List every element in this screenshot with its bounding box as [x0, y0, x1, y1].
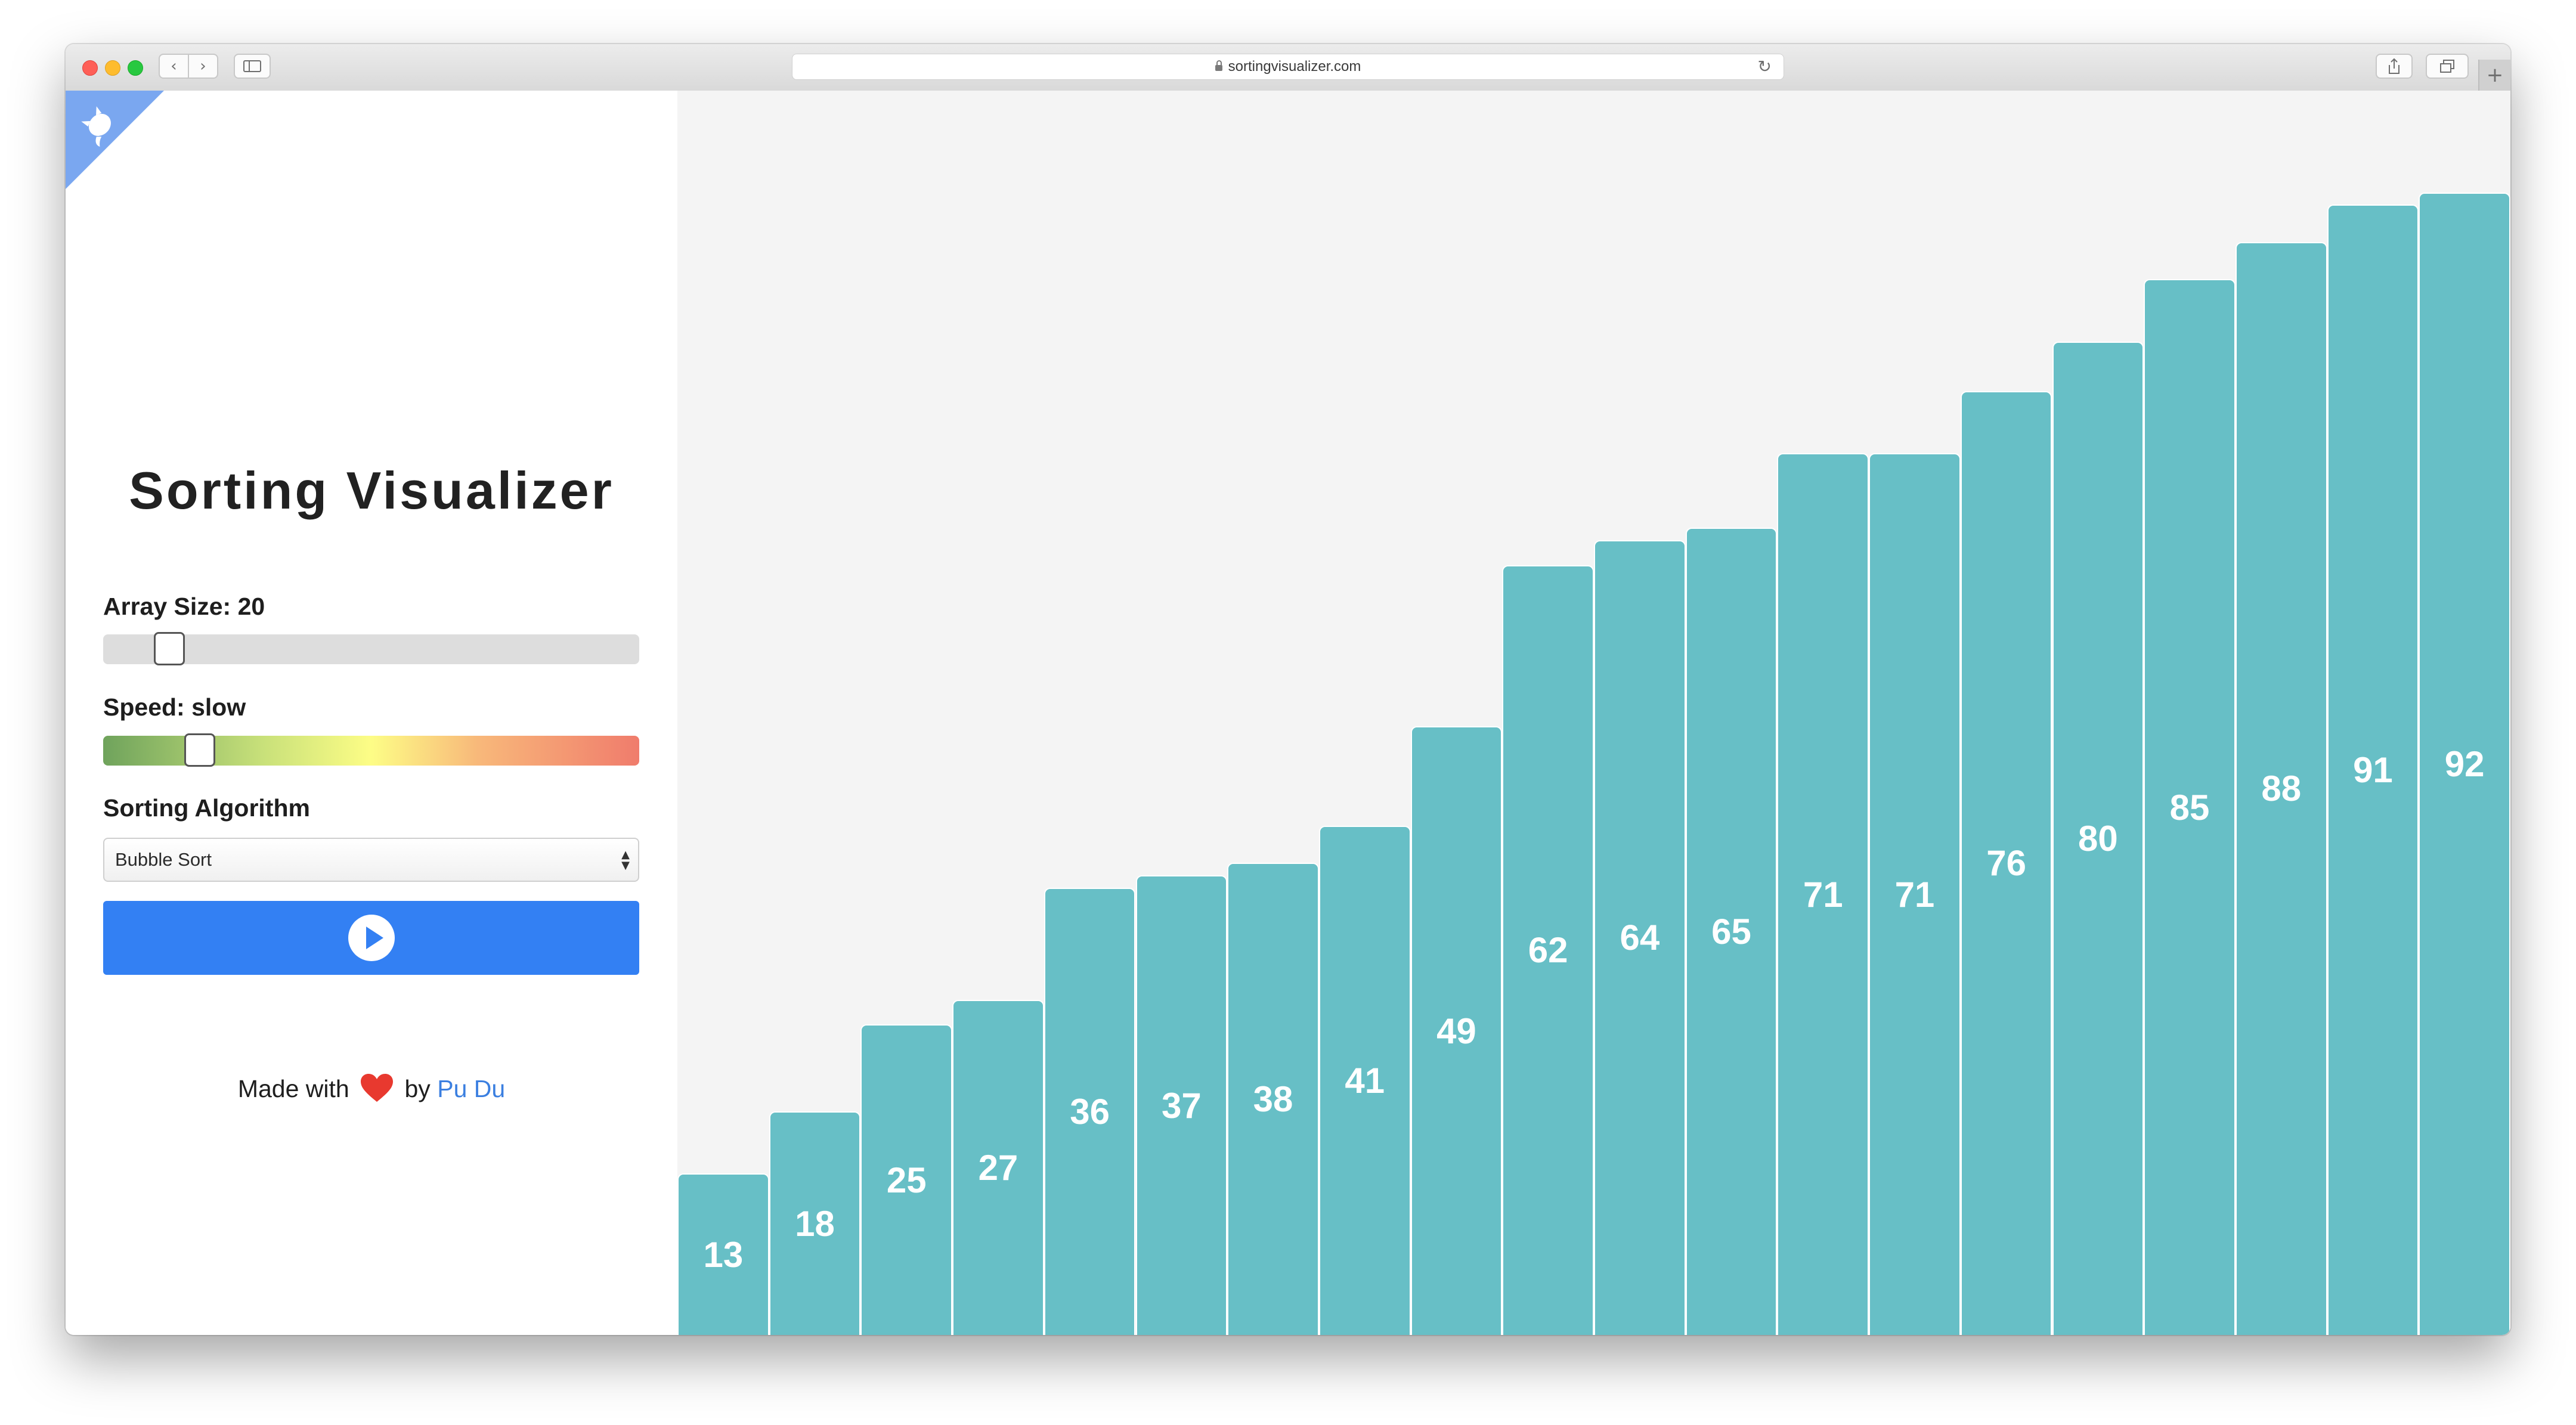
play-button[interactable]	[103, 901, 639, 975]
speed-slider[interactable]	[103, 733, 639, 767]
sidebar-icon[interactable]	[234, 54, 271, 79]
minimize-window-button[interactable]	[105, 60, 120, 76]
github-octocat-icon	[81, 106, 111, 147]
speed-slider-thumb[interactable]	[184, 733, 215, 767]
footer-credit: Made with by Pu Du	[66, 1074, 677, 1105]
zoom-window-button[interactable]	[128, 60, 143, 76]
array-size-slider[interactable]	[103, 632, 639, 665]
plus-icon[interactable]: +	[2478, 60, 2510, 91]
url-text: sortingvisualizer.com	[1228, 58, 1361, 75]
bar-label-19: 92	[2444, 744, 2485, 784]
bar-label-15: 80	[2077, 818, 2118, 859]
bar-label-8: 49	[1436, 1011, 1476, 1051]
bar-label-6: 38	[1253, 1079, 1293, 1120]
bar-label-10: 64	[1620, 918, 1660, 958]
address-bar[interactable]: sortingvisualizer.com ↻	[792, 54, 1784, 80]
share-icon[interactable]	[2376, 54, 2413, 79]
speed-label: Speed: slow	[103, 693, 246, 721]
page-title: Sorting Visualizer	[129, 461, 614, 520]
bar-label-12: 71	[1803, 874, 1843, 915]
chevron-right-icon[interactable]: ›	[188, 55, 217, 78]
footer-by: by	[404, 1075, 431, 1102]
footer-made-with: Made with	[237, 1075, 349, 1102]
bar-label-2: 25	[886, 1160, 927, 1200]
bar-label-5: 37	[1161, 1085, 1202, 1126]
bar-label-7: 41	[1345, 1060, 1385, 1101]
algorithm-label: Sorting Algorithm	[103, 794, 310, 822]
select-arrows-icon: ▲ ▼	[621, 848, 630, 872]
bar-label-0: 13	[703, 1234, 744, 1275]
page-content: Sorting Visualizer Array Size: 20 Speed:…	[66, 91, 2510, 1335]
array-size-label: Array Size: 20	[103, 593, 265, 620]
play-icon	[348, 915, 395, 961]
bar-label-11: 65	[1711, 912, 1751, 952]
author-link[interactable]: Pu Du	[437, 1075, 505, 1102]
bar-label-14: 76	[1986, 843, 2027, 884]
sorting-bar-chart: 13 18 25 27 36 37 38 41 49 62 64 65 71 71 76 80 85 88 91 92	[677, 91, 2510, 1335]
control-panel: Sorting Visualizer Array Size: 20 Speed:…	[66, 91, 677, 1335]
reload-icon[interactable]: ↻	[1758, 57, 1772, 76]
lock-icon	[1215, 60, 1222, 71]
bar-label-4: 36	[1070, 1092, 1110, 1132]
bar-label-3: 27	[978, 1147, 1018, 1188]
algorithm-select[interactable]: Bubble Sort ▲ ▼	[103, 838, 639, 882]
bar-label-9: 62	[1528, 930, 1568, 971]
bar-label-18: 91	[2353, 750, 2393, 791]
history-nav: ‹ ›	[159, 54, 218, 79]
bar-label-13: 71	[1894, 874, 1935, 915]
algorithm-selected-value: Bubble Sort	[115, 849, 212, 870]
bar-label-1: 18	[795, 1203, 835, 1244]
browser-toolbar: ‹ › sortingvisualizer.com ↻ +	[66, 44, 2510, 92]
github-corner-link[interactable]	[66, 91, 164, 189]
tabs-icon[interactable]	[2426, 54, 2469, 79]
bar-label-16: 85	[2169, 787, 2210, 828]
chevron-left-icon[interactable]: ‹	[160, 55, 188, 78]
heart-icon	[361, 1074, 394, 1102]
browser-window: ‹ › sortingvisualizer.com ↻ + Sorting Vi…	[66, 44, 2510, 1335]
bar-label-17: 88	[2261, 769, 2302, 809]
close-window-button[interactable]	[82, 60, 98, 76]
array-size-slider-thumb[interactable]	[153, 632, 185, 665]
